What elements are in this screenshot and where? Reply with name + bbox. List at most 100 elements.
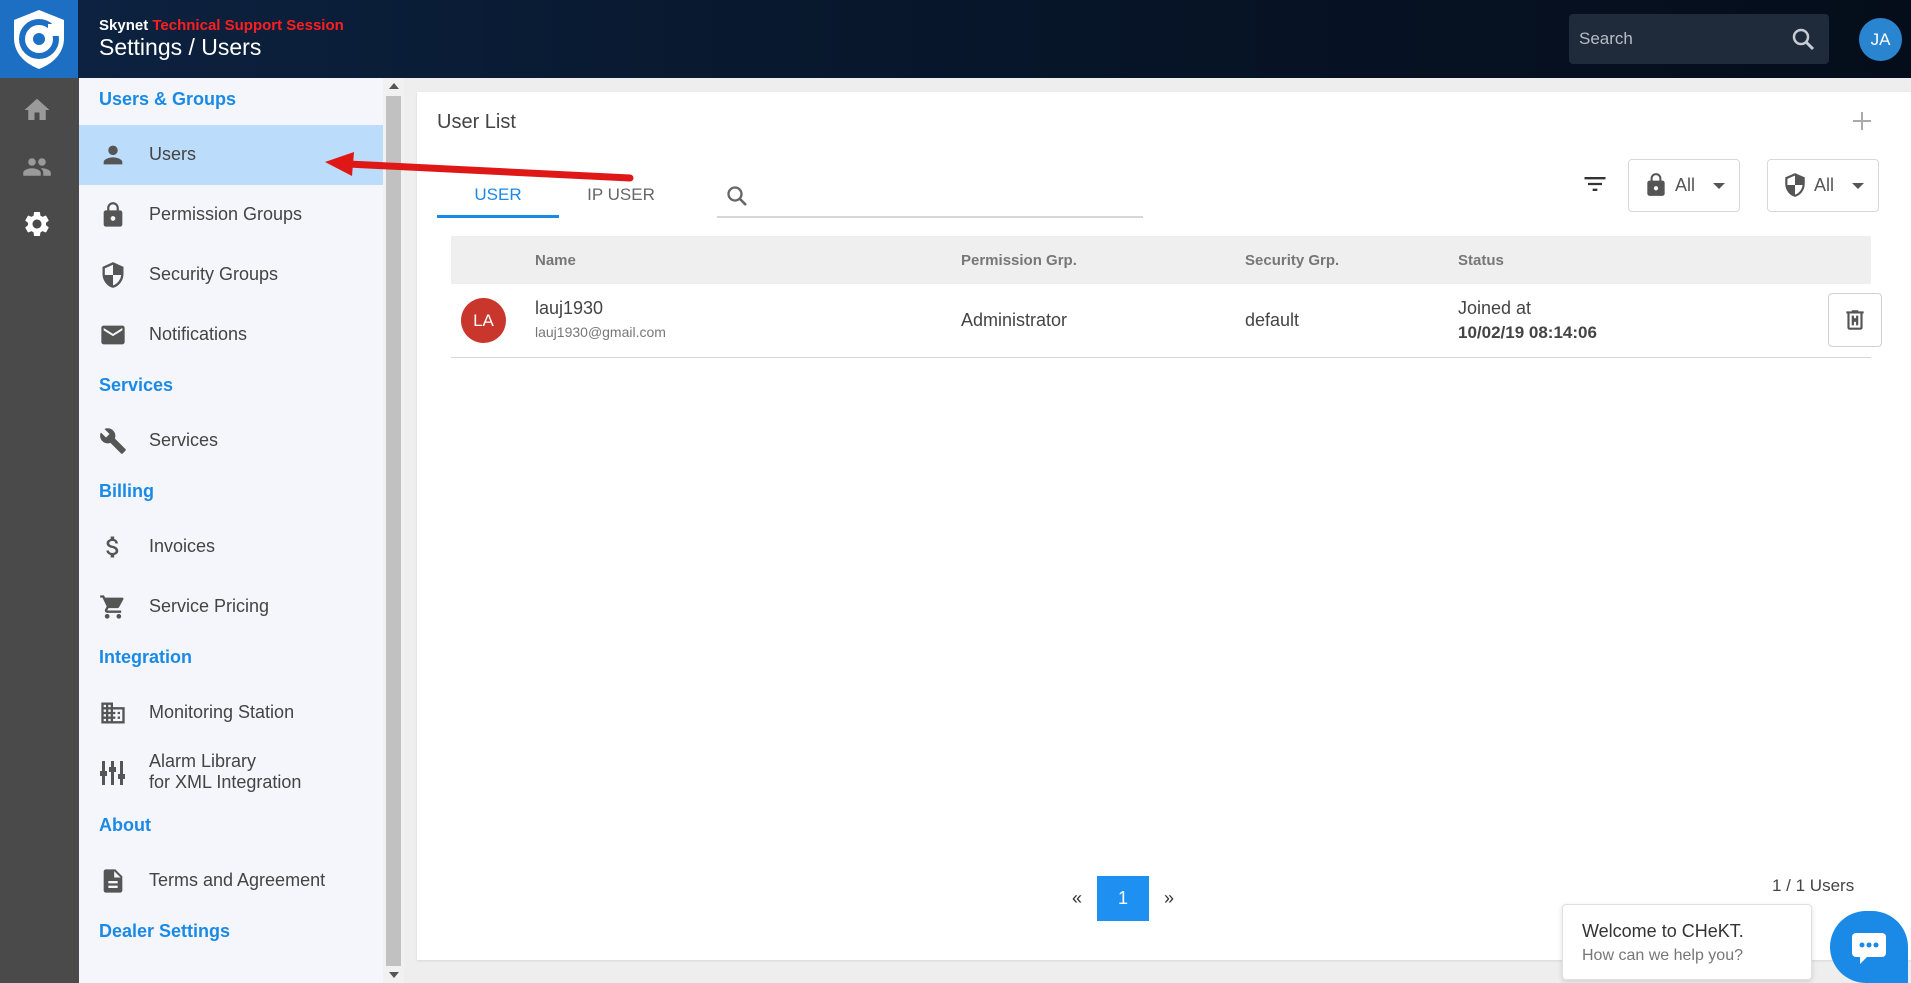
people-icon <box>23 158 51 176</box>
sidebar-item-label: Terms and Agreement <box>149 870 326 890</box>
sidebar-item-label: Notifications <box>149 324 248 344</box>
lock-icon <box>103 202 123 227</box>
chat-greeting-prompt: How can we help you? <box>1582 947 1743 964</box>
section-heading-dealer-settings: Dealer Settings <box>99 921 231 941</box>
sidebar-item-label: Security Groups <box>149 264 279 284</box>
chat-launcher-button[interactable] <box>1830 911 1908 983</box>
sidebar-item-label-group: Alarm Library for XML Integration <box>149 751 301 793</box>
section-heading-services: Services <box>99 375 174 395</box>
column-header-status[interactable]: Status <box>1458 252 1504 269</box>
home-icon <box>24 98 50 120</box>
user-count: 1 / 1 Users <box>1772 876 1855 895</box>
wrench-icon <box>100 428 126 454</box>
sidebar-item-alarm-library[interactable]: Alarm Library for XML Integration <box>79 743 383 803</box>
security-group: default <box>1245 310 1300 330</box>
status-label: Joined at <box>1458 298 1532 318</box>
sidebar-item-sublabel: for XML Integration <box>149 772 302 792</box>
chat-greeting-title: Welcome to CHeKT. <box>1582 921 1744 941</box>
sidebar-item-monitoring-station[interactable]: Monitoring Station <box>79 683 383 743</box>
global-search-input[interactable] <box>1579 14 1779 64</box>
shield-icon <box>1785 173 1805 197</box>
chat-bubble-icon <box>1852 933 1886 964</box>
sidebar-scrollbar[interactable] <box>383 78 404 983</box>
permission-group: Administrator <box>961 310 1068 330</box>
dollar-icon <box>106 536 119 558</box>
sidebar-item-permission-groups[interactable]: Permission Groups <box>79 185 383 245</box>
filter-value: All <box>1814 175 1835 195</box>
mail-icon <box>101 325 125 345</box>
sidebar-item-label: Users <box>149 144 197 164</box>
chat-greeting[interactable]: Welcome to CHeKT. How can we help you? <box>1562 904 1812 980</box>
app-logo[interactable] <box>0 0 78 78</box>
user-name: lauj1930 <box>535 298 604 318</box>
scroll-down-arrow-icon[interactable] <box>389 972 399 978</box>
pagination-next[interactable]: » <box>1154 876 1184 921</box>
user-search-input[interactable] <box>757 180 1137 210</box>
scroll-up-arrow-icon[interactable] <box>389 83 399 89</box>
user-search[interactable] <box>717 172 1143 218</box>
table-header: Name Permission Grp. Security Grp. Statu… <box>451 236 1871 284</box>
column-header-security[interactable]: Security Grp. <box>1245 252 1339 269</box>
pagination-prev[interactable]: « <box>1062 876 1092 921</box>
sidebar-item-label: Permission Groups <box>149 204 303 224</box>
top-bar: Skynet Technical Support Session Setting… <box>0 0 1911 78</box>
sidebar-item-service-pricing[interactable]: Service Pricing <box>79 577 383 637</box>
sidebar-item-notifications[interactable]: Notifications <box>79 305 383 365</box>
sidebar-item-label: Alarm Library <box>149 751 257 771</box>
user-list-card: User List USER IP USER All All Name Perm… <box>417 92 1911 960</box>
left-rail <box>0 78 79 983</box>
column-header-name[interactable]: Name <box>535 252 576 269</box>
chevron-down-icon <box>1713 183 1725 189</box>
scroll-thumb[interactable] <box>386 96 401 966</box>
session-label: Technical Support Session <box>152 17 344 34</box>
sidebar-item-label: Monitoring Station <box>149 702 295 722</box>
add-user-icon[interactable] <box>1847 106 1877 136</box>
sidebar-item-label: Invoices <box>149 536 216 556</box>
session-banner: Skynet Technical Support Session <box>99 17 344 34</box>
gear-icon <box>25 212 49 236</box>
settings-sidebar: Users & Groups Users Permission Groups S… <box>79 78 383 983</box>
document-icon <box>103 869 123 893</box>
building-icon <box>101 702 125 724</box>
section-heading-integration: Integration <box>99 647 192 667</box>
sidebar-item-security-groups[interactable]: Security Groups <box>79 245 383 305</box>
cart-icon <box>100 595 124 619</box>
sidebar-item-services[interactable]: Services <box>79 411 383 471</box>
rail-settings[interactable] <box>22 209 56 243</box>
sidebar-item-invoices[interactable]: Invoices <box>79 517 383 577</box>
search-icon[interactable] <box>1791 27 1815 56</box>
user-avatar[interactable]: JA <box>1859 18 1902 61</box>
user-email: lauj1930@gmail.com <box>535 324 666 340</box>
brand-name: Skynet <box>99 17 149 34</box>
search-icon <box>727 186 747 206</box>
card-title: User List <box>437 111 516 133</box>
rail-home[interactable] <box>22 95 56 129</box>
page-title: Settings / Users <box>99 34 262 60</box>
shield-eye-logo-icon <box>14 10 64 69</box>
shield-icon <box>102 262 124 288</box>
section-heading-about: About <box>99 815 151 835</box>
person-icon <box>103 145 123 165</box>
chevron-down-icon <box>1852 183 1864 189</box>
sidebar-item-terms[interactable]: Terms and Agreement <box>79 851 383 911</box>
delete-user-button[interactable] <box>1828 293 1882 347</box>
column-header-permission[interactable]: Permission Grp. <box>961 252 1077 269</box>
filter-value: All <box>1675 175 1696 195</box>
trash-icon <box>1846 310 1864 330</box>
pagination-page-current[interactable]: 1 <box>1097 876 1149 921</box>
annotation-arrow-icon <box>325 152 634 182</box>
global-search[interactable] <box>1569 14 1829 64</box>
sidebar-item-label: Service Pricing <box>149 596 270 616</box>
permission-group-filter[interactable]: All <box>1628 159 1740 212</box>
status-time: 10/02/19 08:14:06 <box>1458 323 1597 342</box>
sliders-icon <box>100 761 125 785</box>
rail-people[interactable] <box>22 152 56 186</box>
security-group-filter[interactable]: All <box>1767 159 1879 212</box>
table-row[interactable]: LA lauj1930 lauj1930@gmail.com Administr… <box>451 284 1882 358</box>
sidebar-item-label: Services <box>149 430 219 450</box>
section-heading-billing: Billing <box>99 481 154 501</box>
filter-icon[interactable] <box>1581 170 1609 198</box>
avatar: LA <box>461 298 506 343</box>
section-heading-users-groups: Users & Groups <box>99 89 237 109</box>
lock-icon <box>1647 173 1665 196</box>
